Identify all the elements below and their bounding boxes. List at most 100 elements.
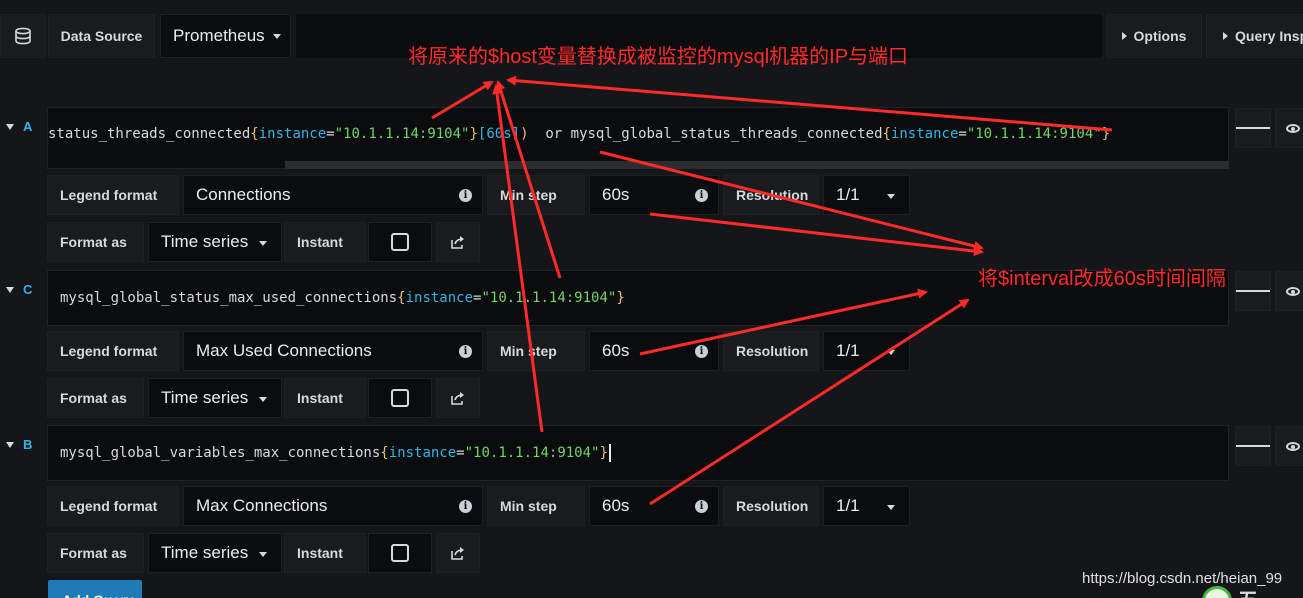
expr-token: { [250, 126, 259, 142]
database-icon [15, 27, 31, 45]
legend-format-input[interactable]: Max Connections i [183, 486, 483, 526]
format-as-value: Time series [161, 543, 249, 562]
format-as-label: Format as [47, 222, 144, 262]
arrow-interval-a2 [649, 212, 984, 257]
datasource-value: Prometheus [173, 26, 265, 45]
open-link-button[interactable] [436, 533, 480, 573]
menu-line [1236, 445, 1248, 447]
query-inspector-button[interactable]: Query Insp [1206, 14, 1303, 58]
caret-down-icon [887, 505, 895, 510]
hamburger-icon[interactable] [1235, 108, 1271, 148]
query-expression-editor[interactable]: mysql_global_variables_max_connections{i… [47, 425, 1229, 481]
resolution-select[interactable]: 1/1 [823, 486, 910, 526]
options-label: Options [1133, 28, 1187, 44]
menu-line [1247, 445, 1259, 447]
expr-token: instance [890, 126, 959, 142]
info-icon[interactable]: i [459, 500, 472, 513]
min-step-input[interactable]: 60s i [589, 486, 719, 526]
open-link-button[interactable] [436, 378, 480, 418]
expr-token: } [616, 290, 625, 306]
logo-icon [1202, 586, 1232, 598]
format-as-label: Format as [47, 378, 144, 418]
caret-down-icon [887, 350, 895, 355]
resolution-label: Resolution [723, 486, 819, 526]
add-query-button[interactable]: Add Query [48, 580, 142, 598]
legend-format-input[interactable]: Connections i [183, 175, 483, 215]
format-as-value: Time series [161, 388, 249, 407]
info-icon[interactable]: i [695, 500, 708, 513]
format-as-value: Time series [161, 232, 249, 251]
eye-icon [1286, 123, 1300, 133]
min-step-input[interactable]: 60s i [589, 175, 719, 215]
info-icon[interactable]: i [459, 189, 472, 202]
toggle-visibility-button[interactable] [1275, 271, 1303, 311]
expr-token: = [456, 445, 465, 461]
datasource-label: Data Source [48, 14, 155, 58]
menu-line [1247, 127, 1259, 129]
min-step-label: Min step [487, 486, 585, 526]
text-cursor [608, 444, 611, 462]
resolution-label: Resolution [723, 331, 819, 371]
expr-token: or mysql_global_status_threads_connected [528, 126, 883, 142]
legend-format-value: Max Connections [196, 496, 328, 515]
min-step-value: 60s [602, 496, 630, 515]
legend-format-label: Legend format [47, 331, 179, 371]
expr-token: } [1101, 126, 1111, 142]
instant-checkbox[interactable] [368, 378, 432, 418]
instant-checkbox[interactable] [368, 222, 432, 262]
query-inspector-label: Query Insp [1235, 28, 1303, 44]
query-toggle-b[interactable]: B [6, 437, 32, 452]
format-as-select[interactable]: Time series [148, 533, 282, 573]
min-step-input[interactable]: 60s i [589, 331, 719, 371]
menu-line [1236, 290, 1248, 292]
hamburger-icon[interactable] [1235, 426, 1271, 466]
legend-format-label: Legend format [47, 486, 179, 526]
menu-line [1258, 445, 1270, 447]
expr-token: status_threads_connected [48, 126, 251, 142]
min-step-value: 60s [602, 341, 630, 360]
checkbox-box [391, 544, 409, 562]
datasource-select[interactable]: Prometheus [160, 14, 291, 58]
info-icon[interactable]: i [695, 189, 708, 202]
menu-line [1258, 290, 1270, 292]
annotation-host-note: 将原来的$host变量替换成被监控的mysql机器的IP与端口 [408, 46, 909, 68]
expr-token: "10.1.1.14:9104" [481, 290, 617, 306]
min-step-label: Min step [487, 331, 585, 371]
hamburger-icon[interactable] [1235, 271, 1271, 311]
menu-line [1247, 290, 1259, 292]
format-as-label: Format as [47, 533, 144, 573]
open-link-button[interactable] [436, 222, 480, 262]
caret-down-icon [259, 241, 267, 246]
expr-token: { [397, 290, 406, 306]
legend-format-value: Max Used Connections [196, 341, 372, 360]
query-letter: C [23, 282, 33, 297]
info-icon[interactable]: i [459, 345, 472, 358]
share-icon [451, 391, 464, 405]
instant-checkbox[interactable] [368, 533, 432, 573]
expr-token: = [473, 290, 482, 306]
annotation-interval-note: 将$interval改成60s时间间隔 [978, 268, 1226, 290]
caret-down-icon [259, 397, 267, 402]
info-icon[interactable]: i [695, 345, 708, 358]
legend-format-label: Legend format [47, 175, 179, 215]
expr-token: = [326, 126, 335, 142]
resolution-value: 1/1 [836, 496, 860, 515]
collapse-caret-icon [6, 123, 14, 130]
min-step-label: Min step [487, 175, 585, 215]
datasource-database-icon [0, 14, 46, 58]
query-expression-editor[interactable]: status_threads_connected{instance = "10.1.… [47, 107, 1229, 169]
query-toggle-a[interactable]: A [6, 119, 32, 134]
query-toggle-c[interactable]: C [6, 282, 32, 297]
expr-token: mysql_global_variables_max_connections [60, 445, 381, 461]
toggle-visibility-button[interactable] [1275, 108, 1303, 148]
expr-token: [60s] [477, 126, 521, 142]
resolution-select[interactable]: 1/1 [823, 331, 910, 371]
expr-token: instance [405, 290, 474, 306]
resolution-select[interactable]: 1/1 [823, 175, 910, 215]
editor-horizontal-scrollbar[interactable] [285, 161, 1229, 169]
format-as-select[interactable]: Time series [148, 378, 282, 418]
toggle-visibility-button[interactable] [1275, 426, 1303, 466]
format-as-select[interactable]: Time series [148, 222, 282, 262]
options-button[interactable]: Options [1106, 14, 1202, 58]
legend-format-input[interactable]: Max Used Connections i [183, 331, 483, 371]
